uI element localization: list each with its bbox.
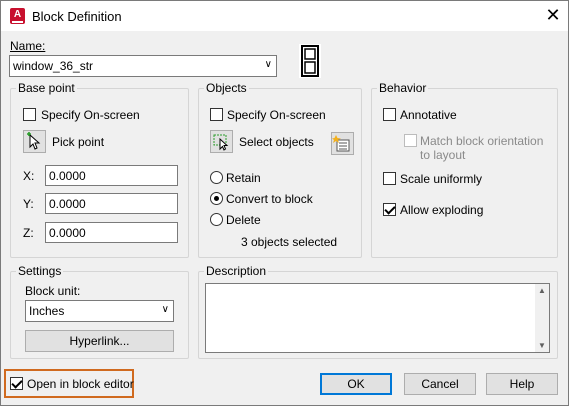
objects-specify-onscreen-checkbox[interactable] (210, 108, 223, 121)
match-orientation-checkbox[interactable] (404, 134, 417, 147)
open-in-block-editor-checkbox[interactable] (10, 377, 23, 390)
annotative-label: Annotative (400, 108, 457, 122)
allow-exploding-label: Allow exploding (400, 203, 484, 217)
objects-selected-status: 3 objects selected (241, 235, 338, 249)
x-label: X: (23, 169, 35, 183)
convert-to-block-label: Convert to block (226, 192, 313, 206)
autocad-app-icon: A (10, 8, 25, 24)
hyperlink-button[interactable]: Hyperlink... (25, 330, 174, 352)
z-input[interactable]: 0.0000 (45, 222, 178, 243)
description-title: Description (204, 264, 269, 278)
help-button[interactable]: Help (486, 373, 558, 395)
retain-radio[interactable] (210, 171, 223, 184)
annotative-checkbox[interactable] (383, 108, 396, 121)
window-title: Block Definition (32, 9, 122, 24)
description-textarea[interactable]: ▲ ▼ (205, 283, 550, 353)
behavior-title: Behavior (377, 81, 429, 95)
pick-point-label: Pick point (52, 135, 105, 149)
settings-title: Settings (16, 264, 64, 278)
scale-uniformly-checkbox[interactable] (383, 172, 396, 185)
base-specify-onscreen-label: Specify On-screen (41, 108, 140, 122)
quick-select-button[interactable] (331, 132, 354, 155)
open-in-block-editor-label: Open in block editor (27, 377, 134, 391)
select-objects-label: Select objects (239, 135, 314, 149)
scroll-up-icon[interactable]: ▲ (538, 286, 546, 295)
name-combobox[interactable]: window_36_str ∨ (9, 55, 277, 77)
ok-button[interactable]: OK (320, 373, 392, 395)
objects-specify-onscreen-label: Specify On-screen (227, 108, 326, 122)
description-scrollbar[interactable]: ▲ ▼ (535, 284, 549, 352)
delete-label: Delete (226, 213, 261, 227)
name-value: window_36_str (13, 59, 94, 73)
retain-label: Retain (226, 171, 261, 185)
convert-to-block-radio[interactable] (210, 192, 223, 205)
match-orientation-label-line1: Match block orientation (420, 134, 544, 148)
base-point-title: Base point (16, 81, 77, 95)
name-label: Name: (10, 39, 46, 53)
base-specify-onscreen-checkbox[interactable] (23, 108, 36, 121)
pick-point-button[interactable] (23, 130, 46, 153)
chevron-down-icon: ∨ (264, 59, 272, 70)
pick-point-icon (27, 132, 41, 150)
z-label: Z: (23, 226, 34, 240)
chevron-down-icon: ∨ (161, 304, 169, 315)
quick-select-icon (332, 135, 350, 152)
block-unit-label: Block unit: (25, 284, 81, 298)
block-preview-icon (299, 44, 321, 78)
block-unit-select[interactable]: Inches ∨ (25, 300, 174, 322)
y-input[interactable]: 0.0000 (45, 193, 178, 214)
close-icon[interactable]: ✕ (539, 4, 567, 28)
block-definition-dialog: A Block Definition ✕ Name: window_36_str… (0, 0, 569, 406)
y-label: Y: (23, 197, 34, 211)
select-objects-icon (213, 134, 229, 151)
delete-radio[interactable] (210, 213, 223, 226)
objects-title: Objects (204, 81, 249, 95)
match-orientation-label-line2: to layout (420, 148, 466, 162)
select-objects-button[interactable] (210, 130, 233, 153)
scale-uniformly-label: Scale uniformly (400, 172, 483, 186)
scroll-down-icon[interactable]: ▼ (538, 341, 546, 350)
cancel-button[interactable]: Cancel (404, 373, 476, 395)
allow-exploding-checkbox[interactable] (383, 203, 396, 216)
x-input[interactable]: 0.0000 (45, 165, 178, 186)
title-bar: A Block Definition ✕ (1, 1, 568, 31)
